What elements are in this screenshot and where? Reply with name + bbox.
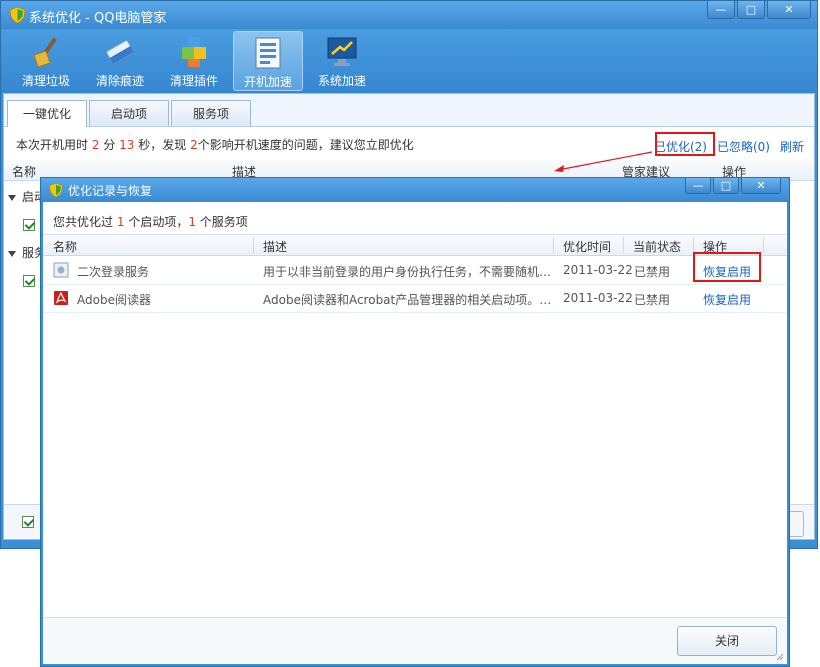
maximize-button[interactable]: □ <box>737 1 765 19</box>
service-icon <box>53 262 69 278</box>
restore-enable-link[interactable]: 恢复启用 <box>703 291 751 308</box>
highlight-optimized-link <box>655 132 715 156</box>
monitor-speed-icon <box>327 37 357 66</box>
tab-one-click-optimize[interactable]: 一键优化 <box>7 100 87 127</box>
row-name: 二次登录服务 <box>77 265 150 279</box>
puzzle-icon <box>182 37 206 67</box>
qq-guard-shield-icon <box>10 7 25 23</box>
collapse-arrow-icon <box>8 194 16 201</box>
row-time: 2011-03-22 <box>563 263 633 277</box>
tool-label: 清除痕迹 <box>95 74 144 88</box>
dialog-summary: 您共优化过 1 个启动项，1 个服务项 <box>53 215 248 229</box>
close-button[interactable]: ✕ <box>767 1 811 19</box>
dialog-body: 您共优化过 1 个启动项，1 个服务项 名称 描述 优化时间 当前状态 操作 二… <box>43 202 787 664</box>
window-title: 系统优化 - QQ电脑管家 <box>29 11 167 26</box>
table-row[interactable]: 二次登录服务 用于以非当前登录的用户身份执行任务，不需要随机… 2011-03-… <box>43 256 787 285</box>
dialog-minimize-button[interactable]: — <box>685 178 711 194</box>
eraser-icon <box>106 40 134 65</box>
col-time[interactable]: 优化时间 <box>563 238 611 255</box>
tool-label: 清理垃圾 <box>21 74 70 88</box>
broom-icon <box>33 37 57 68</box>
tool-clean-plugins[interactable]: 清理插件 <box>159 31 229 91</box>
row-time: 2011-03-22 <box>563 291 633 305</box>
tool-clear-traces[interactable]: 清除痕迹 <box>85 31 155 91</box>
dialog-column-header: 名称 描述 优化时间 当前状态 操作 <box>43 234 787 256</box>
dialog-close-action-button[interactable]: 关闭 <box>677 626 777 656</box>
adobe-reader-icon <box>54 291 68 305</box>
table-row[interactable]: Adobe阅读器 Adobe阅读器和Acrobat产品管理器的相关启动项。用… … <box>43 284 787 313</box>
tab-service-items[interactable]: 服务项 <box>171 100 251 126</box>
toolbar: 清理垃圾 清除痕迹 清理插件 开机加速 系统加速 <box>1 29 817 93</box>
boot-summary: 本次开机用时 2 分 13 秒，发现 2个影响开机速度的问题，建议您立即优化 <box>16 138 414 152</box>
col-name[interactable]: 名称 <box>12 163 36 180</box>
tab-startup-items[interactable]: 启动项 <box>89 100 169 126</box>
restore-dialog: 优化记录与恢复 — □ ✕ 您共优化过 1 个启动项，1 个服务项 名称 描述 … <box>40 177 790 667</box>
row-status: 已禁用 <box>634 293 671 307</box>
row-desc: Adobe阅读器和Acrobat产品管理器的相关启动项。用… <box>263 293 553 307</box>
startup-checkbox[interactable] <box>23 219 35 231</box>
startup-list-icon <box>255 37 281 69</box>
ignored-link[interactable]: 已忽略(0) <box>717 138 770 155</box>
row-desc: 用于以非当前登录的用户身份执行任务，不需要随机… <box>263 265 552 279</box>
minimize-button[interactable]: — <box>707 1 735 19</box>
dialog-maximize-button[interactable]: □ <box>713 178 739 194</box>
col-status[interactable]: 当前状态 <box>633 238 681 255</box>
tool-label: 开机加速 <box>243 75 292 89</box>
dialog-close-button[interactable]: ✕ <box>741 178 781 194</box>
tool-label: 清理插件 <box>169 74 218 88</box>
select-all-checkbox[interactable] <box>22 516 34 528</box>
row-status: 已禁用 <box>634 265 671 279</box>
qq-guard-shield-icon <box>49 183 63 197</box>
tool-clean-junk[interactable]: 清理垃圾 <box>11 31 81 91</box>
resize-grip-icon[interactable] <box>774 651 784 661</box>
title-bar[interactable]: 系统优化 - QQ电脑管家 — □ ✕ <box>1 1 817 29</box>
service-checkbox[interactable] <box>23 275 35 287</box>
col-desc[interactable]: 描述 <box>263 238 287 255</box>
dialog-title: 优化记录与恢复 <box>68 184 153 198</box>
col-name[interactable]: 名称 <box>53 238 77 255</box>
dialog-title-bar[interactable]: 优化记录与恢复 — □ ✕ <box>41 178 789 202</box>
tool-system-boost[interactable]: 系统加速 <box>307 31 377 91</box>
tab-strip: 一键优化 启动项 服务项 <box>4 94 814 127</box>
tool-label: 系统加速 <box>317 74 366 88</box>
refresh-link[interactable]: 刷新 <box>780 138 804 155</box>
callout-arrow-icon <box>554 151 653 172</box>
dialog-footer: 关闭 <box>43 617 787 664</box>
highlight-restore-link <box>693 252 761 282</box>
collapse-arrow-icon <box>8 250 16 257</box>
tool-startup-boost[interactable]: 开机加速 <box>233 31 303 91</box>
row-name: Adobe阅读器 <box>77 293 151 307</box>
